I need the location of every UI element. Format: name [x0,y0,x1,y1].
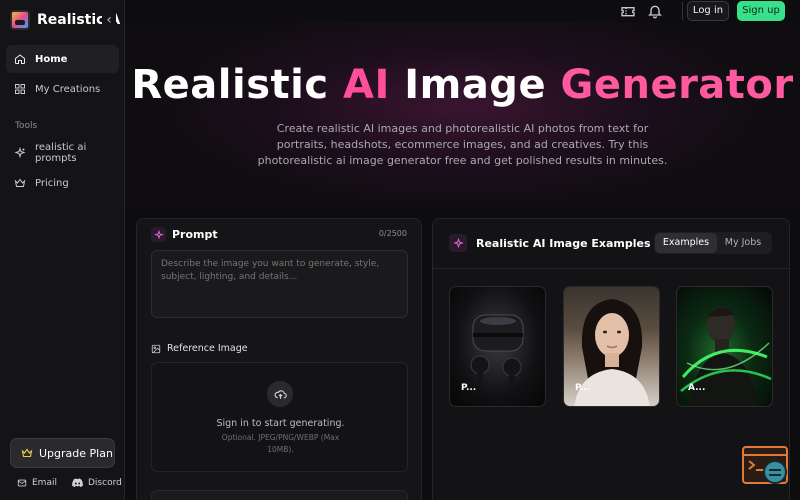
bell-icon[interactable] [647,3,663,19]
sidebar-item-pricing[interactable]: Pricing [6,169,119,197]
upload-cloud-icon [267,381,293,407]
floating-widget-icon[interactable] [742,446,789,486]
title-part: Image [389,62,561,108]
mail-icon [17,479,27,487]
prompt-panel: Prompt 0/2500 Reference Image Sign in to… [136,218,422,500]
examples-title-group: Realistic AI Image Examples [449,234,651,252]
examples-header: Realistic AI Image Examples Examples My … [433,219,789,269]
example-card[interactable]: A... [676,286,773,407]
sidebar-item-label: My Creations [35,83,101,95]
tools-section-label: Tools [15,121,38,131]
app-logo [10,10,30,30]
character-count: 0/2500 [378,229,407,238]
sparkle-icon [14,147,26,159]
sidebar-item-home[interactable]: Home [6,45,119,73]
tab-examples[interactable]: Examples [655,233,717,253]
reference-image-title: Reference Image [167,343,248,354]
hero-subtitle: Create realistic AI images and photoreal… [257,122,668,167]
card-label: P... [461,383,477,393]
prompt-input[interactable] [151,250,408,318]
image-icon [151,344,161,353]
reference-image-label: Reference Image [151,343,248,354]
ticket-icon[interactable] [620,3,636,19]
email-link-label: Email [32,478,57,488]
discord-icon [72,478,83,488]
title-generator-highlight: Generator [560,62,794,108]
hero: Realistic AI Image Generator Create real… [125,22,800,210]
upload-title: Sign in to start generating. [216,418,345,429]
sidebar-item-label: Home [35,53,68,65]
signup-button[interactable]: Sign up [737,1,785,21]
upgrade-plan-label: Upgrade Plan [39,446,113,460]
prompt-title: Prompt [172,228,218,241]
prompt-header: Prompt [151,227,218,242]
reference-image-dropzone[interactable]: Sign in to start generating. Optional. J… [151,362,408,472]
discord-link[interactable]: Discord [72,478,122,488]
page-title: Realistic AI Image Generator [125,62,800,108]
title-part: Realistic [131,62,343,108]
crown-icon [21,448,33,458]
examples-title: Realistic AI Image Examples [476,236,651,250]
upload-hint: Optional. JPEG/PNG/WEBP (Max 10MB). [221,433,340,454]
divider [682,2,683,20]
example-card[interactable]: P... [449,286,546,407]
top-bar: Log in Sign up [125,0,800,22]
sidebar-item-my-creations[interactable]: My Creations [6,75,119,103]
card-label: A... [688,383,706,393]
sidebar: Realistic AI Image Generator ‹ Home My C… [0,0,125,500]
upgrade-plan-button[interactable]: Upgrade Plan [10,438,115,468]
sidebar-item-label: Pricing [35,177,69,189]
home-icon [15,54,25,64]
tab-my-jobs[interactable]: My Jobs [717,233,769,253]
collapse-sidebar-icon[interactable]: ‹ [102,10,116,30]
sidebar-item-label: realistic ai prompts [35,142,87,164]
email-link[interactable]: Email [17,478,57,488]
card-label: P... [575,383,591,393]
discord-link-label: Discord [88,478,122,488]
sparkle-icon [449,234,467,252]
next-section [151,490,408,500]
crown-icon [14,178,26,187]
sparkle-icon [151,227,166,242]
grid-icon [15,84,25,94]
examples-panel: Realistic AI Image Examples Examples My … [432,218,790,500]
examples-tabs: Examples My Jobs [654,232,772,254]
login-button[interactable]: Log in [687,1,729,21]
sidebar-item-realistic-ai-prompts[interactable]: realistic ai prompts [6,139,119,167]
title-ai-highlight: AI [342,62,390,108]
example-card[interactable]: P... [563,286,660,407]
